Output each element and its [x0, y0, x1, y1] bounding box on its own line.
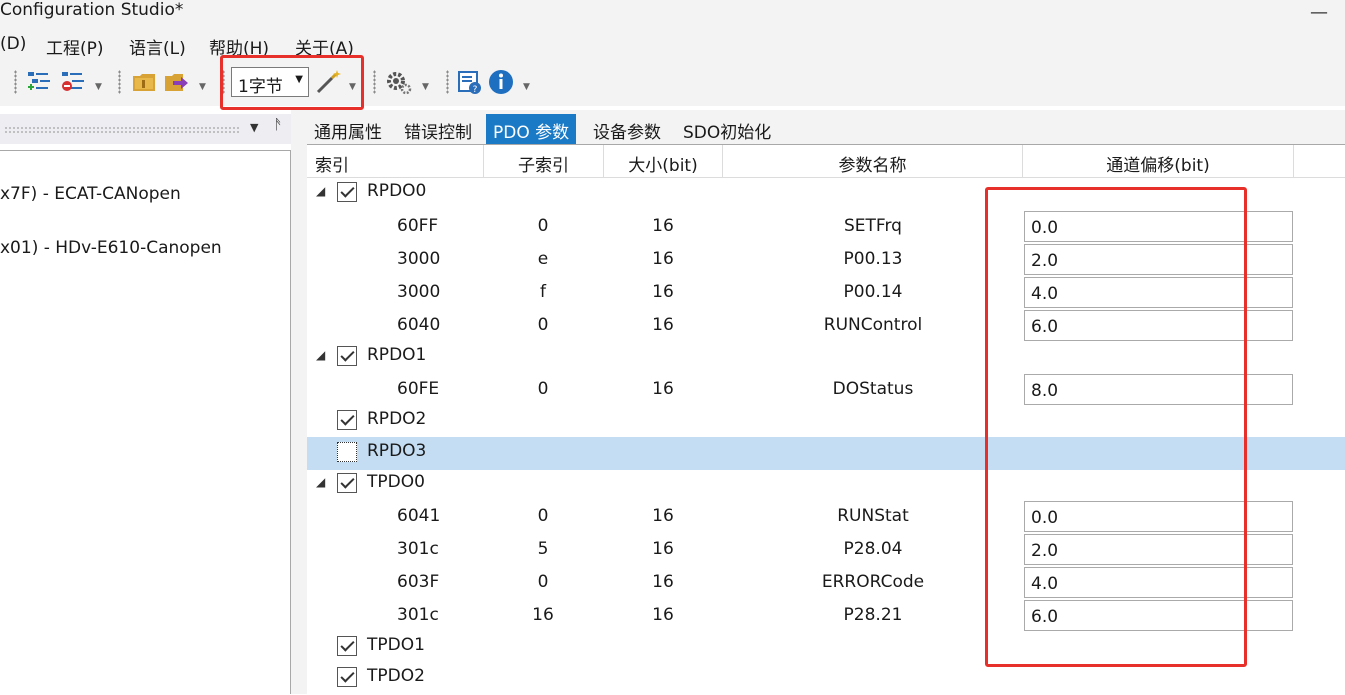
cell-subindex: 5	[537, 539, 549, 559]
tree-node-ecat-canopen[interactable]: x7F) - ECAT-CANopen	[0, 184, 181, 204]
cell-param-name: P00.13	[843, 249, 903, 269]
cell-size: 16	[652, 572, 674, 592]
cell-index: 6041	[397, 506, 441, 526]
expand-toggle-icon[interactable]: ◢	[316, 348, 325, 362]
cell-size: 16	[652, 379, 674, 399]
window-title: Configuration Studio*	[0, 0, 184, 20]
cell-index: 3000	[397, 249, 441, 269]
column-header-size[interactable]: 大小(bit)	[604, 145, 723, 178]
cell-subindex: e	[537, 249, 549, 269]
pdo-enable-checkbox[interactable]	[337, 667, 357, 687]
cell-param-name: ERRORCode	[821, 572, 925, 592]
cell-index: 301c	[397, 605, 439, 625]
cell-index: 60FF	[397, 216, 439, 236]
svg-text:?: ?	[473, 85, 478, 95]
pdo-group-label: TPDO0	[367, 472, 425, 492]
cell-param-name: P00.14	[843, 282, 903, 302]
cell-subindex: 16	[532, 605, 554, 625]
export-icon[interactable]	[163, 69, 189, 95]
pdo-enable-checkbox[interactable]	[337, 182, 357, 202]
chevron-down-icon[interactable]: ▼	[523, 82, 530, 92]
cell-index: 60FE	[397, 379, 440, 399]
cell-size: 16	[652, 315, 674, 335]
help-doc-icon[interactable]: ?	[457, 69, 483, 95]
grid-header: 索引 子索引 大小(bit) 参数名称 通道偏移(bit)	[307, 145, 1345, 178]
cell-index: 603F	[397, 572, 440, 592]
pdo-group-label: RPDO3	[367, 441, 427, 461]
add-node-icon[interactable]	[26, 69, 52, 95]
pin-icon[interactable]: ᚫ	[274, 117, 282, 133]
cell-index: 6040	[397, 315, 441, 335]
column-header-channel-offset[interactable]: 通道偏移(bit)	[1023, 145, 1294, 178]
pdo-enable-checkbox[interactable]	[337, 473, 357, 493]
cell-subindex: f	[540, 282, 546, 302]
pdo-enable-checkbox[interactable]	[337, 346, 357, 366]
annotation-highlight-box	[985, 187, 1247, 667]
pdo-group-label: RPDO2	[367, 409, 427, 429]
toolbar-grip[interactable]	[446, 70, 449, 94]
cell-index: 3000	[397, 282, 441, 302]
cell-index: 301c	[397, 539, 439, 559]
cell-subindex: 0	[537, 216, 549, 236]
cell-param-name: P28.04	[843, 539, 903, 559]
cell-size: 16	[652, 506, 674, 526]
cell-subindex: 0	[537, 572, 549, 592]
minimize-button[interactable]: —	[1310, 2, 1328, 23]
chevron-down-icon[interactable]: ▼	[95, 82, 102, 92]
cell-param-name: DOStatus	[832, 379, 914, 399]
menu-item-device[interactable]: (D)	[0, 34, 26, 54]
chevron-down-icon[interactable]: ▼	[422, 82, 429, 92]
tab-device-params[interactable]: 设备参数	[586, 114, 668, 144]
column-header-index[interactable]: 索引	[307, 145, 484, 178]
expand-toggle-icon[interactable]: ◢	[316, 475, 325, 489]
toolbar: ▼ ▼ 1字节 ▼ ▼ ▼ ? ▼	[0, 60, 1345, 106]
toolbar-grip[interactable]	[14, 70, 17, 94]
pdo-enable-checkbox[interactable]	[337, 410, 357, 430]
info-icon[interactable]	[488, 69, 514, 95]
menu-bar: (D) 工程(P) 语言(L) 帮助(H) 关于(A)	[0, 28, 1345, 60]
cell-param-name: SETFrq	[844, 216, 902, 236]
cell-param-name: RUNControl	[823, 315, 923, 335]
cell-size: 16	[652, 216, 674, 236]
chevron-down-icon[interactable]: ▼	[199, 82, 206, 92]
pdo-group-label: TPDO1	[367, 635, 425, 655]
tree-node-hdv-e610[interactable]: x01) - HDv-E610-Canopen	[0, 238, 222, 258]
remove-node-icon[interactable]	[60, 69, 86, 95]
menu-item-language[interactable]: 语言(L)	[129, 34, 186, 59]
tab-sdo-init[interactable]: SDO初始化	[676, 114, 778, 144]
pdo-group-label: RPDO0	[367, 181, 427, 201]
pdo-group-label: RPDO1	[367, 345, 427, 365]
pdo-group-label: TPDO2	[367, 666, 425, 686]
cell-size: 16	[652, 249, 674, 269]
cell-subindex: 0	[537, 315, 549, 335]
tab-strip: 通用属性 错误控制 PDO 参数 设备参数 SDO初始化	[307, 110, 1345, 144]
annotation-highlight-box	[220, 55, 364, 110]
toolbar-grip[interactable]	[373, 70, 376, 94]
folder-icon[interactable]	[131, 69, 157, 95]
panel-menu-icon[interactable]: ▼	[250, 121, 258, 134]
cell-size: 16	[652, 539, 674, 559]
settings-icon[interactable]	[386, 69, 412, 95]
expand-toggle-icon[interactable]: ◢	[316, 184, 325, 198]
toolbar-grip[interactable]	[118, 70, 121, 94]
cell-subindex: 0	[537, 506, 549, 526]
pdo-enable-checkbox[interactable]	[337, 442, 357, 462]
tab-error-control[interactable]: 错误控制	[397, 114, 479, 144]
device-tree: x7F) - ECAT-CANopen x01) - HDv-E610-Cano…	[0, 150, 291, 694]
column-header-param-name[interactable]: 参数名称	[723, 145, 1023, 178]
tab-pdo-params[interactable]: PDO 参数	[486, 114, 577, 144]
pdo-enable-checkbox[interactable]	[337, 636, 357, 656]
menu-item-project[interactable]: 工程(P)	[46, 34, 104, 59]
tab-general[interactable]: 通用属性	[307, 114, 389, 144]
panel-splitter[interactable]	[291, 110, 307, 694]
cell-param-name: RUNStat	[837, 506, 909, 526]
title-bar: Configuration Studio* —	[0, 0, 1345, 28]
cell-subindex: 0	[537, 379, 549, 399]
cell-size: 16	[652, 605, 674, 625]
cell-size: 16	[652, 282, 674, 302]
panel-title-grip[interactable]	[4, 126, 240, 134]
left-panel-header: ▼ ᚫ	[0, 114, 298, 144]
column-header-subindex[interactable]: 子索引	[484, 145, 604, 178]
cell-param-name: P28.21	[843, 605, 903, 625]
